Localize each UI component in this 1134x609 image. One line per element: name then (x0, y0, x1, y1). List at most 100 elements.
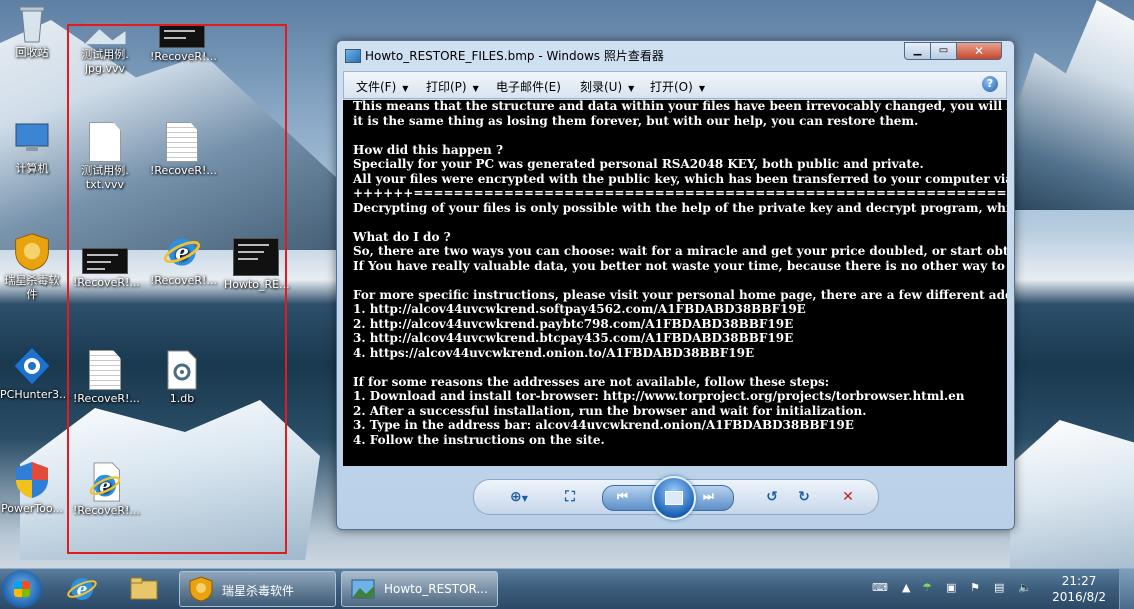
viewer-controls: ⊕▼ ⛶ ⏮ ⏭ ↺ ↻ ✕ (473, 476, 879, 520)
note-line: ++++++==================================… (353, 186, 1007, 200)
menu-print[interactable]: 打印(P) ▼ (426, 78, 479, 95)
rotate-cw-button[interactable]: ↻ (794, 488, 814, 506)
note-line: 1. http://alcov44uvcwkrend.softpay4562.c… (353, 302, 806, 316)
menu-bar: 文件(F) ▼ 打印(P) ▼ 电子邮件(E) 刻录(U) ▼ 打开(O) ▼ ? (343, 71, 1007, 99)
menu-open[interactable]: 打开(O) ▼ (650, 78, 705, 95)
rising-antivirus-icon (15, 233, 49, 271)
rotate-cw-icon: ↻ (798, 489, 810, 505)
volume-icon[interactable]: 🔈 (1018, 581, 1032, 594)
chevron-down-icon: ▼ (402, 84, 409, 93)
slideshow-icon (665, 491, 683, 505)
chevron-down-icon: ▼ (628, 84, 635, 93)
desktop-icon-powertool[interactable]: PowerToo... (0, 460, 64, 516)
note-line: 1. Download and install tor-browser: htt… (353, 389, 965, 403)
previous-button[interactable]: ⏮ (617, 489, 628, 504)
folder-icon (130, 577, 158, 600)
menu-burn[interactable]: 刻录(U) ▼ (580, 78, 634, 95)
desktop-icon-recycle-bin[interactable]: 回收站 (0, 4, 64, 60)
note-line (353, 215, 1007, 230)
title-bar[interactable]: Howto_RESTORE_FILES.bmp - Windows 照片查看器 … (337, 41, 1014, 69)
note-line: Specially for your PC was generated pers… (353, 157, 924, 171)
chevron-down-icon: ▼ (472, 84, 479, 93)
note-line: 4. Follow the instructions on the site. (353, 432, 605, 447)
photo-viewer-icon (351, 579, 375, 599)
note-line: 3. http://alcov44uvcwkrend.btcpay435.com… (353, 331, 794, 345)
wallpaper-ice-right (1010, 420, 1134, 570)
note-line: If You have really valuable data, you be… (353, 258, 1007, 273)
note-line: Decrypting of your files is only possibl… (353, 200, 1007, 215)
menu-email[interactable]: 电子邮件(E) (496, 78, 561, 95)
recycle-bin-icon (19, 6, 45, 43)
desktop-icon-pchunter[interactable]: PCHunter3... (0, 346, 70, 402)
note-line: 2. After a successful installation, run … (353, 403, 867, 418)
next-button[interactable]: ⏭ (703, 489, 714, 504)
close-button[interactable]: ✕ (956, 42, 1002, 60)
previous-icon: ⏮ (617, 489, 628, 503)
menu-file[interactable]: 文件(F) ▼ (356, 78, 408, 95)
taskbar-pin-ie[interactable]: e (66, 573, 98, 605)
chevron-down-icon: ▼ (698, 84, 705, 93)
delete-button[interactable]: ✕ (838, 488, 858, 506)
note-line: it is the same thing as losing them fore… (353, 113, 919, 128)
clock-time: 21:27 (1061, 574, 1097, 588)
note-line (353, 128, 1007, 143)
note-line: 4. https://alcov44uvcwkrend.onion.to/A1F… (353, 345, 755, 360)
image-viewport[interactable]: This means that the structure and data w… (343, 100, 1007, 466)
maximize-icon: ▭ (938, 45, 949, 56)
note-line: How did this happen ? (353, 142, 503, 157)
taskbar-task-rising[interactable]: 瑞星杀毒软件 (179, 571, 336, 607)
note-line: 3. Type in the address bar: alcov44uvcwk… (353, 418, 854, 432)
computer-icon (15, 123, 49, 155)
minimize-button[interactable]: ▁ (904, 42, 931, 60)
minimize-icon: ▁ (913, 45, 922, 56)
windows-logo-icon (14, 581, 30, 597)
help-button[interactable]: ? (982, 76, 998, 92)
zoom-icon: ⊕ (510, 489, 522, 505)
fit-to-window-icon: ⛶ (565, 489, 575, 505)
note-line (353, 273, 1007, 288)
wallpaper-mountain-right (1010, 0, 1134, 210)
action-center-flag-icon[interactable]: ⚑ (970, 581, 980, 594)
note-line (353, 360, 1007, 375)
internet-explorer-icon: e (67, 578, 97, 600)
note-line: What do I do ? (353, 229, 451, 244)
ransom-note-text: This means that the structure and data w… (353, 100, 1007, 447)
close-icon: ✕ (973, 44, 985, 58)
show-hidden-icons-icon[interactable]: ▲ (902, 581, 910, 594)
taskbar-pin-explorer[interactable] (128, 573, 160, 605)
rotate-ccw-icon: ↺ (766, 489, 778, 505)
fit-to-window-button[interactable]: ⛶ (560, 488, 580, 506)
zoom-button[interactable]: ⊕▼ (502, 488, 536, 506)
note-line: All your files were encrypted with the p… (353, 171, 1007, 186)
pchunter-icon (13, 346, 51, 386)
note-line: This means that the structure and data w… (353, 100, 1007, 113)
chevron-down-icon: ▼ (521, 494, 528, 503)
clock-date: 2016/8/2 (1052, 590, 1106, 604)
next-icon: ⏭ (703, 489, 714, 503)
rising-tray-icon[interactable]: ☂ (922, 581, 932, 594)
window-title: Howto_RESTORE_FILES.bmp - Windows 照片查看器 (365, 49, 664, 63)
rising-antivirus-icon (189, 576, 213, 602)
maximize-button[interactable]: ▭ (930, 42, 957, 60)
taskbar: e 瑞星杀毒软件 Howto_RESTOR... ⌨ ▲ ☂ ▣ ⚑ ▤ 🔈 2… (0, 568, 1134, 609)
powertool-shield-icon (16, 462, 48, 498)
help-icon: ? (986, 77, 994, 90)
slideshow-button[interactable] (652, 476, 696, 520)
note-line: If for some reasons the addresses are no… (353, 374, 830, 389)
taskbar-task-photo-viewer[interactable]: Howto_RESTOR... (341, 571, 498, 607)
show-desktop-button[interactable] (1119, 569, 1134, 609)
photo-viewer-icon (345, 49, 361, 63)
note-line: For more specific instructions, please v… (353, 287, 1007, 302)
keyboard-icon[interactable]: ⌨ (872, 581, 888, 594)
note-line: So, there are two ways you can choose: w… (353, 244, 1007, 258)
delete-icon: ✕ (842, 489, 854, 505)
note-line: 2. http://alcov44uvcwkrend.paybtc798.com… (353, 316, 794, 331)
system-clock[interactable]: 21:27 2016/8/2 (1052, 573, 1106, 605)
photo-viewer-window[interactable]: Howto_RESTORE_FILES.bmp - Windows 照片查看器 … (336, 40, 1015, 530)
rotate-ccw-button[interactable]: ↺ (762, 488, 782, 506)
desktop-icon-computer[interactable]: 计算机 (0, 120, 64, 176)
network-icon[interactable]: ▤ (994, 581, 1004, 594)
app-tray-icon[interactable]: ▣ (946, 581, 956, 594)
desktop-icon-rising-antivirus[interactable]: 瑞星杀毒软 件 (0, 232, 64, 302)
start-button[interactable] (2, 570, 42, 608)
